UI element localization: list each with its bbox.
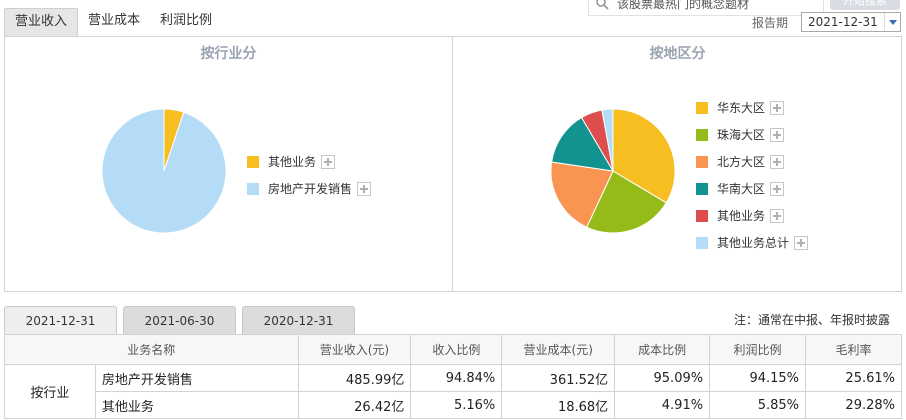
cell: 18.68亿 (501, 391, 616, 419)
legend-item-south: 华南大区 (696, 175, 808, 202)
plus-icon[interactable] (770, 100, 785, 115)
legend-item-other: 其他业务 (247, 148, 371, 175)
legend-label: 珠海大区 (717, 128, 766, 142)
legend-swatch (696, 101, 708, 114)
legend-label: 华东大区 (717, 101, 766, 115)
col-header: 利润比例 (709, 334, 807, 365)
chevron-down-icon[interactable] (884, 13, 900, 31)
region-panel: 按地区分 华东大区 珠海大区 北方大区 华南大区 其他业务 其他业务总计 (454, 37, 901, 291)
tab-date-2021-06-30[interactable]: 2021-06-30 (123, 306, 236, 334)
cell: 94.15% (709, 364, 807, 392)
legend-label: 华南大区 (717, 182, 766, 196)
cell: 4.91% (614, 391, 711, 419)
cell: 其他业务 (94, 391, 299, 419)
legend-item-north: 北方大区 (696, 148, 808, 175)
industry-legend: 其他业务 房地产开发销售 (247, 148, 372, 202)
table-header-row: 业务名称 营业收入(元) 收入比例 营业成本(元) 成本比例 利润比例 毛利率 (4, 334, 902, 365)
legend-item-other-total: 其他业务总计 (696, 229, 809, 256)
cell: 5.85% (709, 391, 807, 419)
search-button[interactable]: 开始搜索 (830, 0, 900, 10)
tab-profit-ratio[interactable]: 利润比例 (150, 8, 222, 36)
group-label: 按行业 (4, 364, 96, 419)
cell: 94.84% (410, 364, 503, 392)
region-chart-title: 按地区分 (649, 46, 706, 62)
legend-label: 其他业务 (717, 209, 766, 223)
industry-chart-title: 按行业分 (200, 46, 257, 62)
legend-swatch (696, 155, 708, 168)
legend-item-other: 其他业务 (696, 202, 808, 229)
col-header: 成本比例 (614, 334, 711, 365)
legend-label: 其他业务 (268, 155, 317, 169)
col-header: 毛利率 (805, 334, 902, 365)
col-header: 业务名称 (4, 334, 299, 365)
top-bar: 营业收入 营业成本 利润比例 开始搜索 报告期 2021-12-31 (0, 0, 906, 38)
region-legend: 华东大区 珠海大区 北方大区 华南大区 其他业务 其他业务总计 (696, 94, 809, 256)
tab-date-2020-12-31[interactable]: 2020-12-31 (242, 306, 355, 334)
tab-cost[interactable]: 营业成本 (78, 8, 150, 36)
plus-icon[interactable] (770, 208, 785, 223)
table-row: 按行业 房地产开发销售 485.99亿 94.84% 361.52亿 95.09… (4, 364, 902, 419)
cell: 95.09% (614, 364, 711, 392)
period-select[interactable]: 2021-12-31 (801, 12, 901, 32)
business-table: 业务名称 营业收入(元) 收入比例 营业成本(元) 成本比例 利润比例 毛利率 … (4, 334, 902, 419)
cell: 25.61% (805, 364, 902, 392)
plus-icon[interactable] (794, 235, 809, 250)
col-header: 营业成本(元) (501, 334, 616, 365)
legend-label: 北方大区 (717, 155, 766, 169)
tab-revenue[interactable]: 营业收入 (4, 8, 79, 36)
search-input[interactable] (617, 0, 817, 14)
tab-date-2021-12-31[interactable]: 2021-12-31 (4, 306, 117, 335)
legend-swatch (696, 128, 708, 141)
cell: 29.28% (805, 391, 902, 419)
plus-icon[interactable] (357, 181, 372, 196)
search-icon (596, 0, 609, 10)
period-value: 2021-12-31 (808, 15, 878, 29)
legend-item-zhuhai: 珠海大区 (696, 121, 808, 148)
plus-icon[interactable] (321, 154, 336, 169)
chart-panel: 按行业分 其他业务 房地产开发销售 按地区分 华东大区 珠海大区 北方大区 华南… (4, 36, 902, 292)
plus-icon[interactable] (770, 127, 785, 142)
legend-swatch (696, 209, 708, 222)
disclosure-note: 注：通常在中报、年报时披露 (733, 313, 890, 327)
legend-swatch (696, 236, 708, 249)
legend-swatch (247, 182, 259, 195)
cell: 房地产开发销售 (94, 364, 299, 392)
col-header: 营业收入(元) (297, 334, 412, 365)
legend-swatch (696, 182, 708, 195)
cell: 361.52亿 (501, 364, 616, 392)
date-tabs: 2021-12-31 2021-06-30 2020-12-31 注：通常在中报… (4, 306, 902, 335)
metric-tabs: 营业收入 营业成本 利润比例 (4, 8, 222, 36)
plus-icon[interactable] (770, 154, 785, 169)
cell: 5.16% (410, 391, 503, 419)
legend-label: 房地产开发销售 (268, 182, 353, 196)
cell: 485.99亿 (297, 364, 412, 392)
legend-swatch (247, 155, 259, 168)
legend-label: 其他业务总计 (717, 236, 790, 250)
search-box (588, 0, 824, 16)
cell: 26.42亿 (297, 391, 412, 419)
pie-slice-1[interactable] (101, 108, 227, 234)
plus-icon[interactable] (770, 181, 785, 196)
industry-pie-chart (101, 108, 227, 234)
industry-panel: 按行业分 其他业务 房地产开发销售 (5, 37, 453, 291)
period-label: 报告期 (752, 16, 789, 30)
col-header: 收入比例 (410, 334, 503, 365)
table-row: 其他业务 26.42亿 5.16% 18.68亿 4.91% 5.85% 29.… (5, 391, 902, 419)
legend-item-real-estate: 房地产开发销售 (247, 175, 372, 202)
region-pie-chart (550, 108, 676, 234)
legend-item-east: 华东大区 (696, 94, 808, 121)
